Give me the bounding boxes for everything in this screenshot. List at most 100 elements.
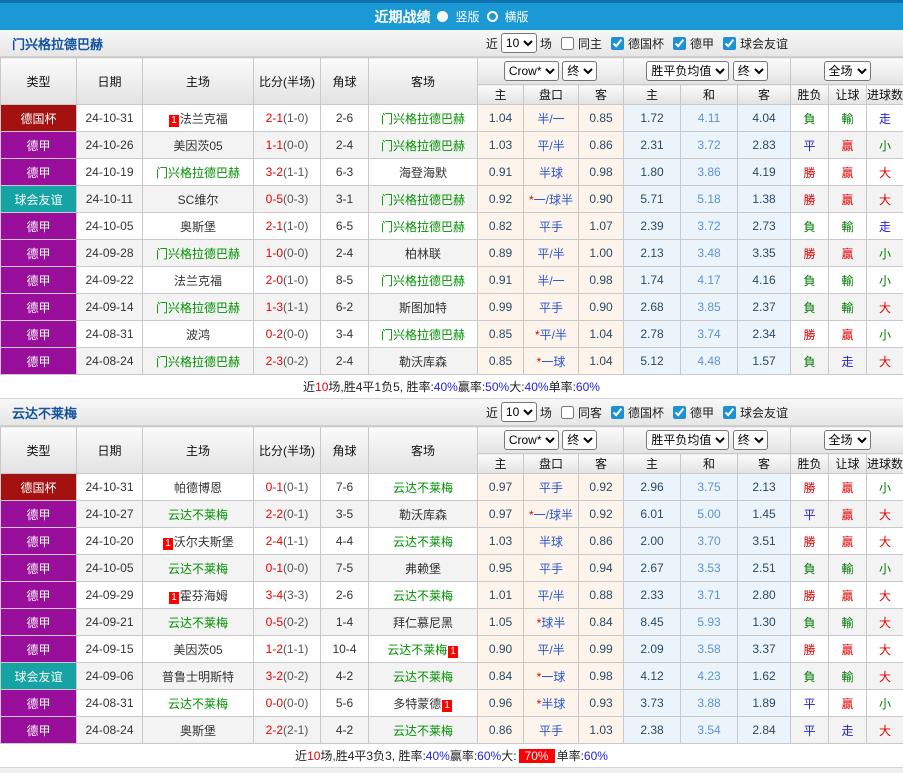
- match-date: 24-08-24: [76, 347, 143, 375]
- summary-part: 场,胜4平1负5, 胜率:: [328, 380, 434, 394]
- avg-draw-value: 3.53: [680, 554, 739, 582]
- score-cell: 0-0(0-0): [253, 689, 321, 717]
- result-goals: 大: [866, 662, 903, 690]
- corner-score: 4-2: [320, 716, 369, 744]
- radio-horizontal-label[interactable]: 横版: [505, 8, 529, 25]
- home-team-name: 门兴格拉德巴赫: [155, 300, 240, 315]
- home-team-name: 沃尔夫斯堡: [173, 534, 234, 549]
- handicap-cell: *球半: [523, 608, 579, 636]
- result-winlose: 負: [790, 212, 830, 240]
- section-header: 云达不莱梅 近 10 场 同客 德国杯 德甲 球会友谊: [0, 399, 903, 426]
- summary-part: 近: [303, 380, 316, 394]
- summary-part: 60%: [583, 748, 608, 763]
- avg-draw-value: 4.23: [680, 662, 739, 690]
- avg-draw-value: 4.17: [680, 266, 739, 294]
- handicap-cell: *平/半: [523, 320, 579, 348]
- league-liga-checkbox[interactable]: [672, 405, 686, 419]
- away-team-cell: 云达不莱梅: [368, 581, 478, 609]
- away-rank-badge: 1: [448, 645, 458, 658]
- handicap-name: 一/球半: [533, 192, 573, 207]
- league-friendly-checkbox[interactable]: [722, 405, 736, 419]
- same-venue-checkbox[interactable]: [560, 405, 574, 419]
- table-row: 德国杯 24-10-31 1 法兰克福 2-1(1-0) 2-6 门兴格拉德巴赫 …: [0, 104, 903, 132]
- same-venue-label: 同主: [577, 36, 602, 51]
- score-halftime: (1-1): [283, 165, 309, 179]
- radio-vertical-label[interactable]: 竖版: [455, 8, 479, 25]
- match-date: 24-10-05: [76, 554, 143, 582]
- radio-horizontal-layout[interactable]: [486, 11, 498, 22]
- result-winlose: 勝: [790, 581, 830, 609]
- odds-home-value: 0.85: [477, 347, 524, 375]
- radio-vertical-layout[interactable]: [437, 11, 449, 22]
- match-count-select[interactable]: 10: [500, 402, 537, 422]
- avg-select[interactable]: 胜平负均值: [646, 430, 730, 450]
- home-team-name: 美因茨05: [173, 138, 223, 153]
- handicap-name: 半/一: [537, 111, 565, 126]
- handicap-name: 一球: [541, 354, 566, 369]
- score-fulltime: 2-0: [265, 273, 283, 287]
- team-name: 门兴格拉德巴赫: [12, 36, 104, 52]
- match-count-select[interactable]: 10: [500, 33, 537, 53]
- result-goals: 走: [866, 212, 903, 240]
- odds-away-value: 1.04: [577, 347, 625, 375]
- score-fulltime: 2-2: [265, 507, 283, 521]
- avg-away-value: 1.89: [737, 689, 792, 717]
- league-cup-checkbox[interactable]: [610, 36, 624, 50]
- result-handicap: 贏: [828, 689, 868, 717]
- league-badge: 德甲: [0, 554, 77, 582]
- avg-stage-select[interactable]: 终: [732, 61, 768, 81]
- score-cell: 0-2(0-0): [253, 320, 321, 348]
- col-handicap-result: 让球: [828, 84, 868, 105]
- handicap-cell: *一球: [523, 662, 579, 690]
- summary-part: 单率:: [556, 749, 584, 763]
- same-venue-checkbox[interactable]: [560, 36, 574, 50]
- result-goals: 大: [866, 527, 903, 555]
- odds-home-value: 0.92: [477, 185, 524, 213]
- fulltime-select[interactable]: 全场: [823, 61, 871, 81]
- summary-part: 场,胜4平3负3, 胜率:: [320, 749, 426, 763]
- score-cell: 3-4(3-3): [253, 581, 321, 609]
- fulltime-select[interactable]: 全场: [823, 430, 871, 450]
- home-team-cell: 波鸿: [142, 320, 254, 348]
- summary-part: 40%: [524, 379, 549, 394]
- result-goals: 小: [866, 266, 903, 294]
- bookmaker-select[interactable]: Crow*: [503, 61, 559, 81]
- score-fulltime: 1-1: [265, 138, 283, 152]
- league-friendly-checkbox[interactable]: [722, 36, 736, 50]
- avg-stage-select[interactable]: 终: [732, 430, 768, 450]
- avg-away-value: 2.80: [737, 581, 792, 609]
- col-corner: 角球: [320, 57, 369, 105]
- score-cell: 1-1(0-0): [253, 131, 321, 159]
- away-team-cell: 斯图加特: [368, 293, 478, 321]
- avg-home-value: 1.80: [623, 158, 682, 186]
- home-team-name: 门兴格拉德巴赫: [155, 354, 240, 369]
- avg-home-value: 4.12: [623, 662, 682, 690]
- avg-draw-value: 4.11: [680, 104, 739, 132]
- league-badge: 德甲: [0, 320, 77, 348]
- handicap-name: 平/半: [537, 642, 565, 657]
- section-header: 门兴格拉德巴赫 近 10 场 同主 德国杯 德甲 球会友谊: [0, 30, 903, 57]
- handicap-cell: *一/球半: [523, 185, 579, 213]
- league-badge: 德甲: [0, 212, 77, 240]
- odds-stage-select[interactable]: 终: [562, 430, 598, 450]
- match-date: 24-10-20: [76, 527, 143, 555]
- result-winlose: 平: [790, 500, 830, 528]
- away-team-name: 勒沃库森: [398, 354, 447, 369]
- odds-home-value: 0.95: [477, 554, 524, 582]
- league-cup-checkbox[interactable]: [610, 405, 624, 419]
- league-liga-checkbox[interactable]: [672, 36, 686, 50]
- odds-home-value: 1.03: [477, 131, 524, 159]
- handicap-cell: *平手: [523, 212, 579, 240]
- score-halftime: (1-1): [283, 534, 309, 548]
- summary-part: 10: [307, 748, 321, 763]
- corner-score: 7-6: [320, 473, 369, 501]
- odds-away-value: 0.84: [577, 608, 625, 636]
- odds-stage-select[interactable]: 终: [562, 61, 598, 81]
- odds-home-value: 1.03: [477, 527, 524, 555]
- avg-select[interactable]: 胜平负均值: [646, 61, 730, 81]
- handicap-cell: *平手: [523, 554, 579, 582]
- result-handicap: 輸: [828, 212, 868, 240]
- bookmaker-select[interactable]: Crow*: [503, 430, 559, 450]
- league-badge: 德甲: [0, 716, 77, 744]
- score-fulltime: 0-5: [265, 615, 283, 629]
